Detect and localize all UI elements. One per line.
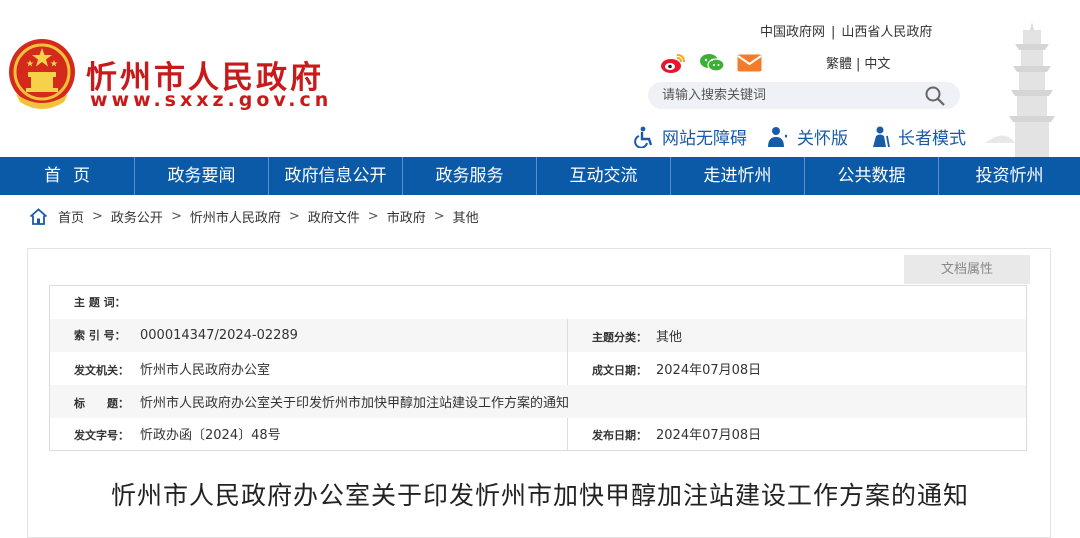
wheelchair-icon	[634, 126, 653, 148]
language-switch: 繁體 | 中文	[826, 53, 890, 72]
main-nav: 首页 政务要闻 政府信息公开 政务服务 互动交流 走进忻州 公共数据 投资忻州	[0, 157, 1080, 195]
index-cell: 索 引 号： 000014347/2024-02289	[49, 318, 568, 352]
published-date-cell: 发布日期： 2024年07月08日	[567, 417, 1027, 451]
elder-mode-label: 长者模式	[898, 129, 966, 149]
breadcrumb-separator: >	[367, 209, 379, 224]
title-cell: 标 题： 忻州市人民政府办公室关于印发忻州市加快甲醇加注站建设工作方案的通知	[49, 384, 1027, 418]
breadcrumb-separator: >	[170, 209, 182, 224]
created-date-label: 成文日期：	[592, 363, 647, 377]
barrier-free-label: 网站无障碍	[662, 129, 747, 149]
weibo-icon[interactable]	[660, 52, 686, 74]
index-label: 索 引 号：	[74, 329, 126, 342]
table-row: 发文机关： 忻州市人民政府办公室 成文日期： 2024年07月08日	[50, 351, 1027, 385]
published-date-label: 发布日期：	[592, 429, 647, 443]
document-title: 忻州市人民政府办公室关于印发忻州市加快甲醇加注站建设工作方案的通知	[110, 481, 969, 510]
top-links: 中国政府网 | 山西省人民政府	[760, 21, 932, 40]
care-person-icon	[768, 126, 788, 147]
nav-interaction[interactable]: 互动交流	[537, 157, 671, 195]
doc-number-label: 发文字号：	[74, 429, 129, 443]
nav-info-disclosure[interactable]: 政府信息公开	[269, 157, 403, 195]
table-row: 索 引 号： 000014347/2024-02289 主题分类： 其他	[49, 318, 1027, 352]
national-emblem-icon[interactable]	[6, 36, 78, 110]
divider: |	[831, 25, 836, 40]
search-bar	[648, 82, 960, 109]
lang-simplified[interactable]: 中文	[864, 57, 890, 72]
wechat-icon[interactable]	[699, 52, 725, 74]
published-date-value: 2024年07月08日	[656, 428, 762, 444]
link-central-gov[interactable]: 中国政府网	[760, 25, 825, 40]
barrier-free-link[interactable]: 网站无障碍	[634, 124, 747, 149]
issuer-value: 忻州市人民政府办公室	[140, 362, 271, 378]
nav-home[interactable]: 首页	[0, 157, 135, 195]
category-label: 主题分类：	[592, 330, 647, 344]
index-value: 000014347/2024-02289	[140, 328, 298, 343]
table-row: 标 题： 忻州市人民政府办公室关于印发忻州市加快甲醇加注站建设工作方案的通知	[49, 384, 1027, 418]
category-value: 其他	[656, 329, 683, 345]
created-date-value: 2024年07月08日	[656, 362, 762, 378]
search-icon[interactable]	[924, 85, 946, 107]
nav-gov-news[interactable]: 政务要闻	[135, 157, 269, 195]
elder-mode-link[interactable]: 长者模式	[868, 124, 966, 149]
subject-label: 主 题 词：	[74, 296, 126, 310]
lang-traditional[interactable]: 繁體	[826, 57, 852, 72]
title-value: 忻州市人民政府办公室关于印发忻州市加快甲醇加注站建设工作方案的通知	[140, 395, 570, 411]
breadcrumb-gov-docs[interactable]: 政府文件	[308, 207, 360, 226]
breadcrumb-separator: >	[433, 209, 445, 224]
nav-investment[interactable]: 投资忻州	[939, 157, 1080, 195]
created-date-cell: 成文日期： 2024年07月08日	[567, 351, 1027, 385]
doc-number-cell: 发文字号： 忻政办函〔2024〕48号	[50, 418, 568, 451]
breadcrumb-other[interactable]: 其他	[453, 207, 479, 226]
divider: |	[856, 57, 861, 72]
table-row: 主 题 词：	[50, 286, 1027, 319]
home-icon[interactable]	[29, 208, 48, 225]
breadcrumb: 首页 > 政务公开 > 忻州市人民政府 > 政府文件 > 市政府 > 其他	[29, 207, 479, 226]
pagoda-decoration-icon	[985, 22, 1055, 157]
breadcrumb-separator: >	[288, 209, 300, 224]
email-icon[interactable]	[737, 54, 762, 72]
breadcrumb-city-gov-docs[interactable]: 市政府	[387, 207, 426, 226]
doc-number-value: 忻政办函〔2024〕48号	[140, 428, 281, 444]
elder-person-icon	[873, 126, 890, 147]
breadcrumb-gov-affairs[interactable]: 政务公开	[111, 207, 163, 226]
breadcrumb-city-gov[interactable]: 忻州市人民政府	[190, 207, 281, 226]
nav-gov-services[interactable]: 政务服务	[403, 157, 537, 195]
breadcrumb-separator: >	[92, 209, 103, 224]
header: 忻州市人民政府 www.sxxz.gov.cn 中国政府网 | 山西省人民政府 繁體…	[0, 0, 1080, 157]
issuer-cell: 发文机关： 忻州市人民政府办公室	[50, 352, 568, 385]
breadcrumb-home[interactable]: 首页	[58, 207, 84, 226]
search-input[interactable]	[662, 85, 912, 106]
nav-public-data[interactable]: 公共数据	[805, 157, 939, 195]
doc-attributes-tab[interactable]: 文档属性	[904, 255, 1030, 284]
link-shanxi-gov[interactable]: 山西省人民政府	[841, 25, 932, 40]
care-mode-label: 关怀版	[797, 129, 848, 149]
nav-about-xinzhou[interactable]: 走进忻州	[671, 157, 805, 195]
care-mode-link[interactable]: 关怀版	[767, 124, 848, 149]
subject-cell: 主 题 词：	[50, 286, 1027, 319]
site-url[interactable]: www.sxxz.gov.cn	[90, 89, 332, 111]
category-cell: 主题分类： 其他	[567, 318, 1027, 352]
table-row: 发文字号： 忻政办函〔2024〕48号 发布日期： 2024年07月08日	[50, 417, 1027, 451]
issuer-label: 发文机关：	[74, 363, 129, 377]
title-label: 标 题：	[74, 396, 129, 410]
doc-attributes-table: 主 题 词： 索 引 号： 000014347/2024-02289 主题分类： 其…	[49, 285, 1027, 451]
